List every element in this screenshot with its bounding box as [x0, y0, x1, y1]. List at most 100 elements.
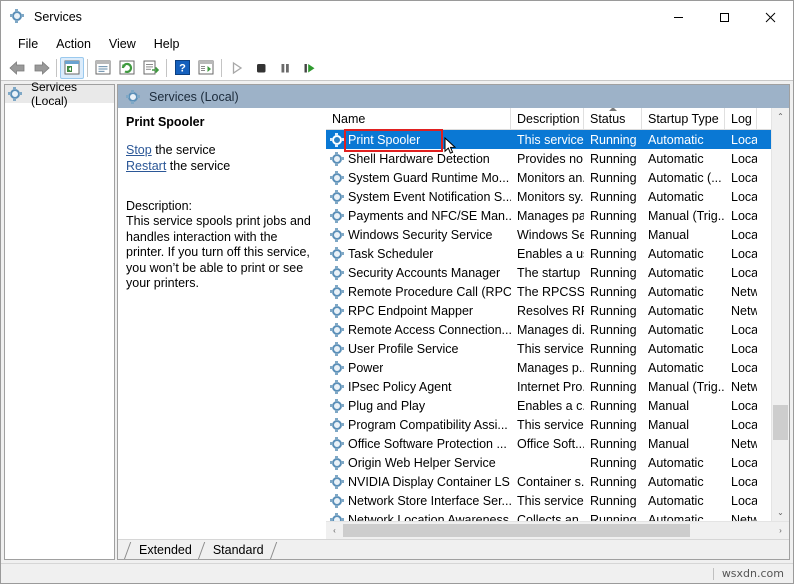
cell-status: Running — [590, 360, 637, 375]
menu-file[interactable]: File — [9, 35, 47, 53]
tab-standard[interactable]: Standard — [207, 542, 270, 559]
pause-service-button[interactable] — [273, 57, 297, 79]
table-row[interactable]: Print Spooler This service ... Running Auto… — [326, 130, 771, 149]
table-row[interactable]: Office Software Protection ... Office Sof… — [326, 434, 771, 453]
vertical-scrollbar[interactable]: ⌃ ⌄ — [771, 108, 789, 521]
table-row[interactable]: NVIDIA Display Container LS Container s..… — [326, 472, 771, 491]
refresh-button[interactable] — [115, 57, 139, 79]
cell-name: IPsec Policy Agent — [326, 379, 511, 394]
minimize-button[interactable] — [655, 1, 701, 33]
close-button[interactable] — [747, 1, 793, 33]
tree-item-services-local[interactable]: Services (Local) — [5, 80, 114, 108]
forward-button[interactable] — [29, 57, 53, 79]
table-row[interactable]: Power Manages p... Running Automatic Loca — [326, 358, 771, 377]
restart-service-button[interactable] — [297, 57, 321, 79]
table-row[interactable]: Program Compatibility Assi... This servic… — [326, 415, 771, 434]
maximize-button[interactable] — [701, 1, 747, 33]
column-header-name[interactable]: Name — [326, 108, 511, 129]
cell-description: Windows Se... — [517, 227, 584, 242]
cell-status: Running — [590, 246, 637, 261]
menu-action[interactable]: Action — [47, 35, 100, 53]
table-row[interactable]: Network Location Awareness Collects an...… — [326, 510, 771, 521]
services-gear-icon — [330, 227, 344, 242]
help-button[interactable]: ? — [170, 57, 194, 79]
table-row[interactable]: Security Accounts Manager The startup ...… — [326, 263, 771, 282]
toolbar-separator — [221, 58, 222, 77]
scroll-down-button[interactable]: ⌄ — [772, 504, 789, 521]
cell-status: Running — [590, 227, 637, 242]
scroll-left-button[interactable]: ‹ — [326, 526, 343, 535]
scroll-up-button[interactable]: ⌃ — [772, 108, 789, 125]
export-list-button[interactable] — [139, 57, 163, 79]
table-row[interactable]: Remote Procedure Call (RPC) The RPCSS s..… — [326, 282, 771, 301]
show-hide-console-tree-button[interactable] — [60, 56, 84, 79]
scroll-right-button[interactable]: › — [772, 526, 789, 535]
table-row[interactable]: System Guard Runtime Mo... Monitors an...… — [326, 168, 771, 187]
cell-name: Print Spooler — [326, 132, 511, 147]
back-button[interactable] — [5, 57, 29, 79]
table-row[interactable]: Origin Web Helper Service Running Automati… — [326, 453, 771, 472]
description-text: This service spools print jobs and handl… — [126, 214, 311, 291]
cell-logon: Loca — [731, 189, 757, 204]
cell-name: Power — [326, 360, 511, 375]
table-row[interactable]: Shell Hardware Detection Provides no... Ru… — [326, 149, 771, 168]
cell-description: Monitors sy... — [517, 189, 584, 204]
show-action-pane-button[interactable] — [194, 57, 218, 79]
services-gear-icon — [330, 474, 344, 489]
service-name-label: Office Software Protection ... — [348, 436, 507, 451]
cell-startup: Automatic — [648, 474, 704, 489]
service-name-label: Print Spooler — [348, 132, 421, 147]
service-name-label: System Guard Runtime Mo... — [348, 170, 510, 185]
table-row[interactable]: Plug and Play Enables a c... Running Manual… — [326, 396, 771, 415]
vertical-scroll-thumb[interactable] — [773, 405, 788, 440]
cell-logon: Loca — [731, 322, 757, 337]
table-row[interactable]: System Event Notification S... Monitors s… — [326, 187, 771, 206]
properties-button[interactable] — [91, 57, 115, 79]
cell-name: Remote Access Connection... — [326, 322, 511, 337]
restart-service-link[interactable]: Restart — [126, 159, 166, 173]
cell-description: Collects an... — [517, 512, 584, 522]
cell-startup: Automatic — [648, 189, 704, 204]
cell-name: User Profile Service — [326, 341, 511, 356]
tab-extended[interactable]: Extended — [133, 542, 198, 559]
cell-status: Running — [590, 189, 637, 204]
stop-service-button[interactable] — [249, 57, 273, 79]
cell-startup: Automatic — [648, 303, 704, 318]
table-row[interactable]: Remote Access Connection... Manages di...… — [326, 320, 771, 339]
services-gear-icon — [330, 417, 344, 432]
stop-service-link[interactable]: Stop — [126, 143, 152, 157]
table-row[interactable]: User Profile Service This service ... Runn… — [326, 339, 771, 358]
services-gear-icon — [330, 341, 344, 356]
service-name-label: RPC Endpoint Mapper — [348, 303, 474, 318]
services-gear-icon — [10, 9, 26, 25]
table-row[interactable]: Windows Security Service Windows Se... Run… — [326, 225, 771, 244]
table-row[interactable]: Payments and NFC/SE Man... Manages pa... R… — [326, 206, 771, 225]
toolbar-separator — [87, 58, 88, 77]
cell-name: Security Accounts Manager — [326, 265, 511, 280]
cell-status: Running — [590, 151, 637, 166]
column-header-logon[interactable]: Log — [725, 108, 757, 129]
table-row[interactable]: Task Scheduler Enables a us... Running Auto… — [326, 244, 771, 263]
cell-startup: Manual — [648, 417, 689, 432]
column-header-status[interactable]: Status — [584, 108, 642, 129]
services-gear-icon — [330, 170, 344, 185]
column-header-startup[interactable]: Startup Type — [642, 108, 725, 129]
horizontal-scroll-thumb[interactable] — [343, 524, 691, 537]
column-header-description[interactable]: Description — [511, 108, 584, 129]
menu-view[interactable]: View — [100, 35, 145, 53]
menu-help[interactable]: Help — [145, 35, 189, 53]
cell-name: Payments and NFC/SE Man... — [326, 208, 511, 223]
cell-status: Running — [590, 208, 637, 223]
table-row[interactable]: RPC Endpoint Mapper Resolves RP... Running… — [326, 301, 771, 320]
cell-logon: Loca — [731, 151, 757, 166]
horizontal-scrollbar[interactable]: ‹ › — [326, 521, 789, 539]
table-row[interactable]: Network Store Interface Ser... This servi… — [326, 491, 771, 510]
services-gear-icon — [330, 303, 344, 318]
cell-description: This service ... — [517, 132, 584, 147]
service-name-label: Plug and Play — [348, 398, 426, 413]
horizontal-scroll-track[interactable] — [343, 523, 772, 538]
vertical-scroll-track[interactable] — [772, 125, 789, 504]
window-controls — [655, 1, 793, 33]
cell-status: Running — [590, 341, 637, 356]
table-row[interactable]: IPsec Policy Agent Internet Pro... Running… — [326, 377, 771, 396]
